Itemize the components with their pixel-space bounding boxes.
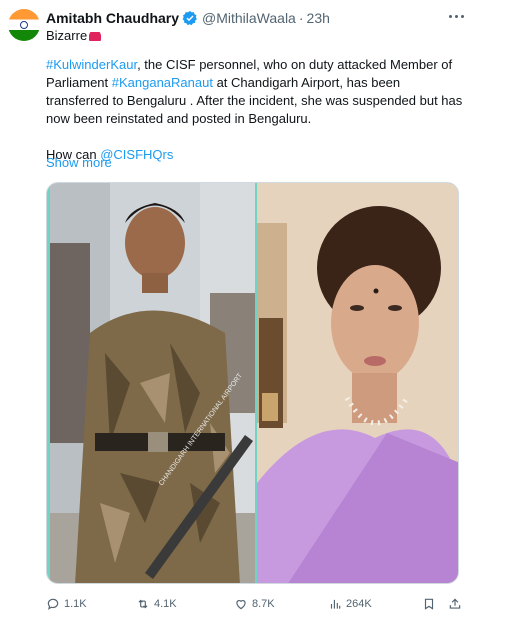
body-paragraph: #KulwinderKaur, the CISF personnel, who … — [46, 56, 466, 128]
author-name[interactable]: Amitabh Chaudhary — [46, 10, 179, 26]
avatar[interactable] — [8, 9, 40, 41]
views-count: 264K — [346, 598, 372, 610]
repost-button[interactable]: 4.1K — [136, 597, 177, 611]
reply-icon — [47, 598, 59, 610]
first-line-text: Bizarre — [46, 28, 88, 43]
like-button[interactable]: 8.7K — [234, 597, 275, 611]
reply-button[interactable]: 1.1K — [46, 597, 87, 611]
bookmark-icon — [424, 598, 434, 610]
share-icon — [449, 598, 461, 609]
cisf-officer-image — [50, 183, 255, 583]
media-image-right[interactable] — [257, 183, 458, 583]
bookmark-button[interactable] — [422, 597, 436, 611]
repost-count: 4.1K — [154, 598, 177, 610]
reply-count: 1.1K — [64, 598, 87, 610]
media-image-left[interactable]: CHANDIGARH INTERNATIONAL AIRPORT — [50, 183, 255, 583]
siren-emoji-icon — [89, 30, 102, 41]
tweet-actions: 1.1K 4.1K 8.7K 264K — [46, 594, 466, 614]
views-chart-icon — [330, 599, 341, 609]
ashoka-chakra-icon — [20, 21, 28, 29]
share-button[interactable] — [448, 597, 462, 611]
repost-icon — [138, 599, 148, 609]
tweet-first-line: Bizarre — [46, 27, 102, 45]
heart-icon — [236, 600, 246, 610]
hashtag-link-kulwinderkaur[interactable]: #KulwinderKaur — [46, 57, 137, 72]
separator-dot: · — [298, 10, 304, 26]
show-more-link[interactable]: Show more — [46, 155, 112, 170]
like-count: 8.7K — [252, 598, 275, 610]
verified-badge-icon — [182, 11, 197, 26]
hashtag-link-kanganaranaut[interactable]: #KanganaRanaut — [112, 75, 213, 90]
tweet-card[interactable]: Amitabh Chaudhary @MithilaWaala · 23h Bi… — [0, 0, 509, 629]
more-options-icon[interactable] — [449, 12, 467, 20]
author-handle[interactable]: @MithilaWaala — [202, 10, 296, 26]
tweet-header: Amitabh Chaudhary @MithilaWaala · 23h — [46, 8, 330, 28]
tweet-media[interactable]: CHANDIGARH INTERNATIONAL AIRPORT — [46, 182, 459, 584]
timestamp[interactable]: 23h — [307, 10, 330, 26]
views-button[interactable]: 264K — [328, 597, 372, 611]
tweet-body: #KulwinderKaur, the CISF personnel, who … — [46, 56, 466, 164]
kangana-ranaut-image — [257, 183, 458, 583]
